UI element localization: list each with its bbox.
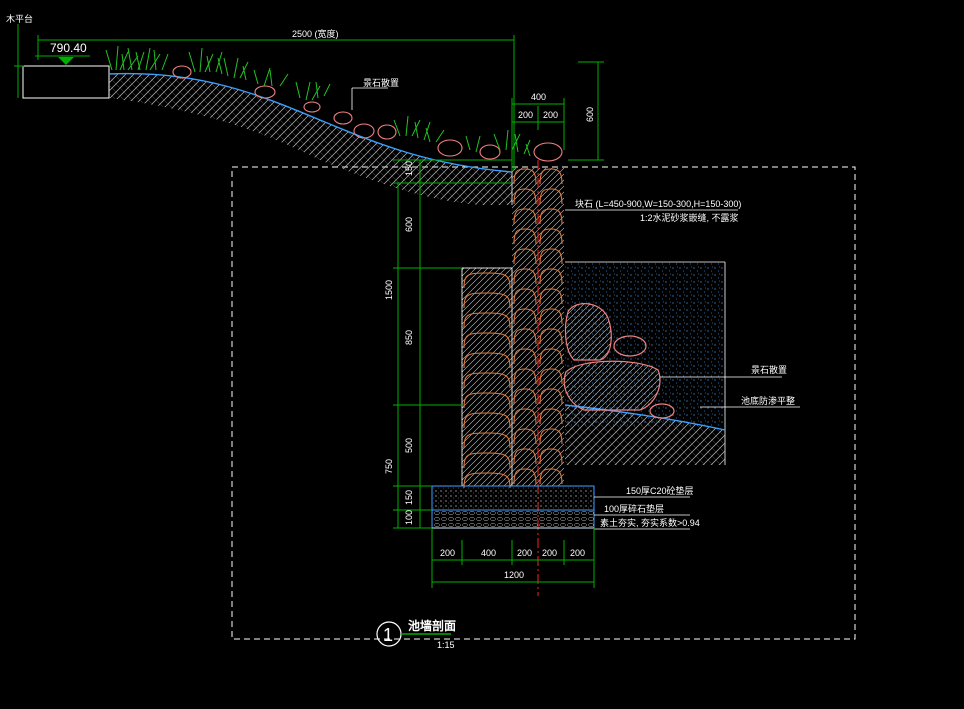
- bottom-total-dim: 1200: [504, 570, 524, 580]
- foundation-concrete: [431, 485, 595, 511]
- left-dim-600: 600: [404, 217, 414, 232]
- height-600-right: 600: [585, 107, 595, 122]
- pond-bottom-note: 池底防渗平整: [741, 395, 795, 406]
- slope-soil: [109, 73, 512, 205]
- bottom-dim-2: 400: [481, 548, 496, 558]
- wall-sub-dim-2: 200: [543, 110, 558, 120]
- left-dim-150-bottom: 150: [404, 490, 414, 505]
- left-dim-750: 750: [384, 459, 394, 474]
- foundation-gravel: [431, 509, 595, 529]
- left-dim-100: 100: [404, 510, 414, 525]
- elevation-label: 790.40: [50, 41, 87, 55]
- left-dim-1500: 1500: [384, 280, 394, 300]
- wall-sub-dim-1: 200: [518, 110, 533, 120]
- left-dim-850: 850: [404, 330, 414, 345]
- left-dim-150-top: 150: [404, 161, 414, 176]
- bottom-dim-3: 200: [517, 548, 532, 558]
- top-width-dim: 2500 (宽度): [292, 28, 339, 39]
- layer-soil-label: 素土夯实, 夯实系数>0.94: [600, 517, 700, 528]
- wall-width-dim: 400: [531, 92, 546, 102]
- platform-label: 木平台: [6, 13, 33, 24]
- elevation-triangle: [58, 57, 74, 65]
- layer-gravel-label: 100厚碎石垫层: [604, 503, 664, 514]
- landscape-stone-top-label: 景石散置: [363, 77, 399, 88]
- stone-spec-label: 块石 (L=450-900,W=150-300,H=150-300): [575, 198, 741, 209]
- bottom-dim-1: 200: [440, 548, 455, 558]
- section-drawing: 木平台 790.40 2500 (宽度) 景石散置 400 200 200 60…: [6, 13, 856, 650]
- bottom-dim-5: 200: [570, 548, 585, 558]
- landscape-stone-pond-label: 景石散置: [751, 364, 787, 375]
- detail-number: 1: [383, 625, 393, 645]
- left-dim-500: 500: [404, 438, 414, 453]
- mortar-spec-label: 1:2水泥砂浆嵌缝, 不露浆: [640, 212, 739, 223]
- wood-platform: [22, 65, 110, 99]
- layer-concrete-label: 150厚C20砼垫层: [626, 485, 694, 496]
- detail-title: 池墙剖面: [408, 618, 456, 633]
- detail-scale: 1:15: [437, 640, 455, 650]
- bottom-dim-4: 200: [542, 548, 557, 558]
